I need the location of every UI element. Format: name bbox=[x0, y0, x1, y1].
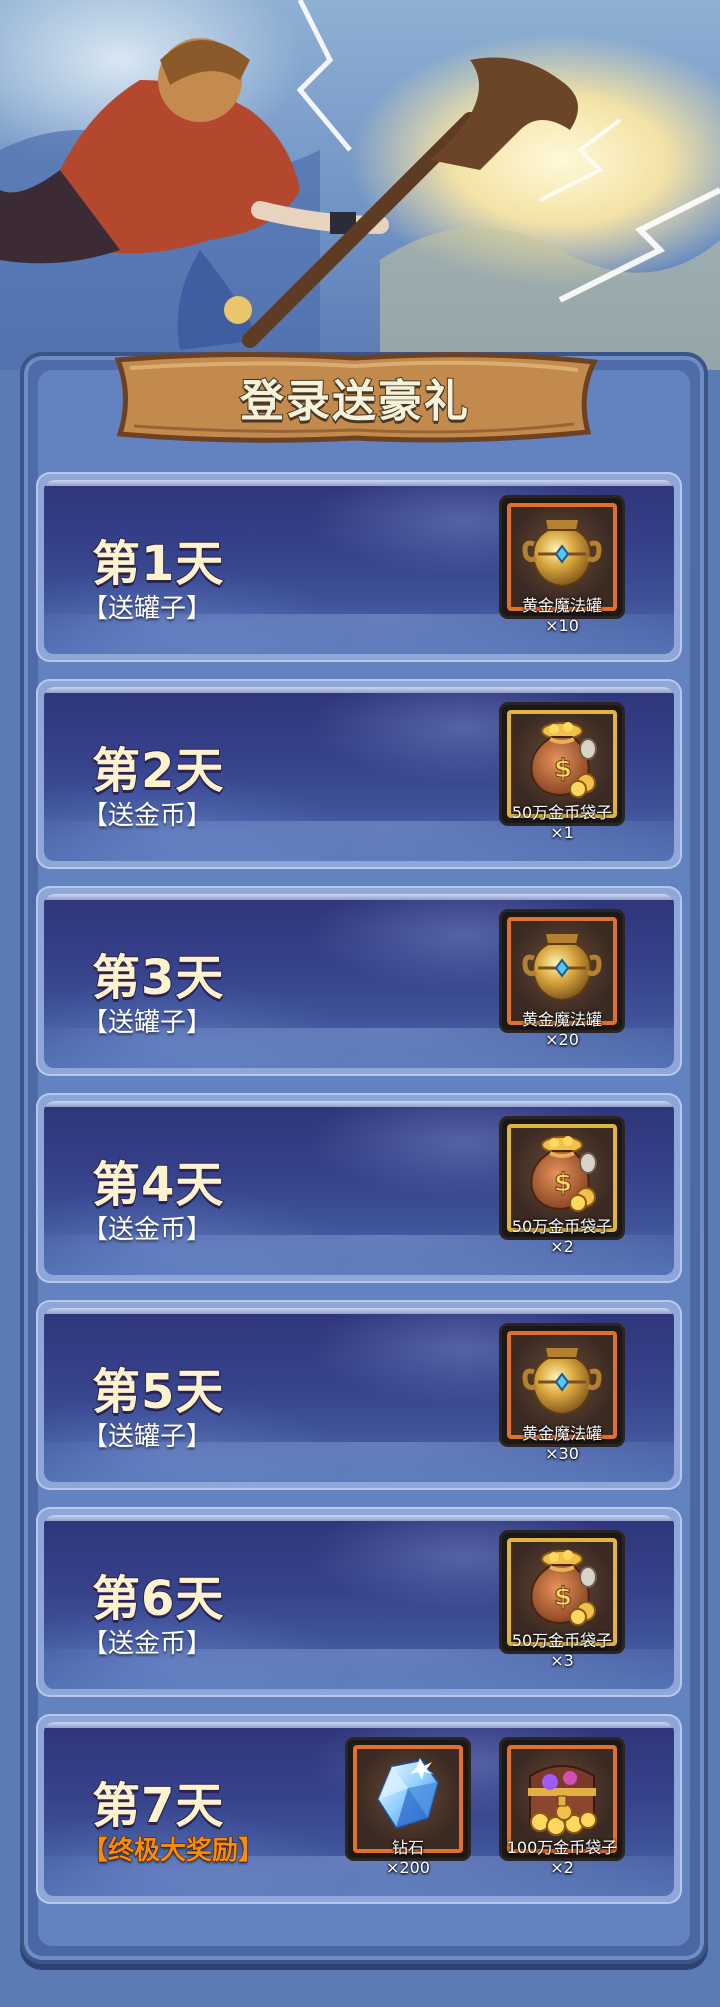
reward-label: 50万金币袋子 ×1 bbox=[477, 803, 647, 843]
reward-quantity: ×30 bbox=[545, 1444, 579, 1463]
day-subtitle: 【送罐子】 bbox=[82, 1008, 213, 1038]
day-title: 第7天 bbox=[91, 1777, 225, 1835]
golden-jar-icon bbox=[520, 1338, 604, 1422]
reward-name: 50万金币袋子 bbox=[511, 1631, 613, 1650]
day-card-7[interactable]: 第7天 【终极大奖励】 钻石 ×200 100万金币袋子 ×2 bbox=[36, 1714, 682, 1904]
day-card-1[interactable]: 第1天 【送罐子】 黄金魔法罐 ×10 bbox=[36, 472, 682, 662]
day-subtitle: 【送罐子】 bbox=[82, 1422, 213, 1452]
coin-bag-icon bbox=[520, 717, 604, 801]
coin-bag-icon bbox=[520, 1545, 604, 1629]
day-title: 第3天 bbox=[91, 949, 225, 1007]
reward-quantity: ×2 bbox=[550, 1237, 574, 1256]
day-subtitle: 【终极大奖励】 bbox=[81, 1836, 265, 1867]
reward-quantity: ×1 bbox=[550, 823, 574, 842]
reward-name: 黄金魔法罐 bbox=[521, 1010, 602, 1029]
hero-banner bbox=[0, 0, 720, 370]
day-card-6[interactable]: 第6天 【送金币】 50万金币袋子 ×3 bbox=[36, 1507, 682, 1697]
day-title: 第4天 bbox=[91, 1156, 225, 1214]
diamond-icon bbox=[366, 1752, 450, 1836]
page-title: 登录送豪礼 bbox=[239, 375, 470, 428]
reward-name: 黄金魔法罐 bbox=[521, 1424, 602, 1443]
day-subtitle: 【送罐子】 bbox=[82, 594, 213, 624]
reward-quantity: ×3 bbox=[550, 1651, 574, 1670]
reward-quantity: ×20 bbox=[545, 1030, 579, 1049]
reward-quantity: ×10 bbox=[545, 616, 579, 635]
reward-label: 50万金币袋子 ×2 bbox=[477, 1217, 647, 1257]
day-title: 第1天 bbox=[91, 535, 225, 593]
title-plank: 登录送豪礼 bbox=[108, 350, 602, 444]
reward-label: 黄金魔法罐 ×20 bbox=[477, 1010, 647, 1050]
reward-name: 50万金币袋子 bbox=[511, 803, 613, 822]
day-subtitle: 【送金币】 bbox=[82, 801, 213, 831]
day-title: 第2天 bbox=[91, 742, 225, 800]
treasure-chest-icon bbox=[520, 1752, 604, 1836]
reward-name: 黄金魔法罐 bbox=[521, 596, 602, 615]
golden-jar-icon bbox=[520, 510, 604, 594]
day-subtitle: 【送金币】 bbox=[82, 1629, 213, 1659]
reward-label: 钻石 ×200 bbox=[323, 1838, 493, 1878]
day-card-5[interactable]: 第5天 【送罐子】 黄金魔法罐 ×30 bbox=[36, 1300, 682, 1490]
reward-name: 钻石 bbox=[391, 1838, 424, 1857]
reward-name: 100万金币袋子 bbox=[506, 1838, 618, 1857]
day-subtitle: 【送金币】 bbox=[82, 1215, 213, 1245]
reward-quantity: ×200 bbox=[386, 1858, 430, 1877]
day-card-3[interactable]: 第3天 【送罐子】 黄金魔法罐 ×20 bbox=[36, 886, 682, 1076]
reward-label: 50万金币袋子 ×3 bbox=[477, 1631, 647, 1671]
day-card-4[interactable]: 第4天 【送金币】 50万金币袋子 ×2 bbox=[36, 1093, 682, 1283]
reward-label: 黄金魔法罐 ×30 bbox=[477, 1424, 647, 1464]
reward-label: 100万金币袋子 ×2 bbox=[477, 1838, 647, 1878]
day-title: 第6天 bbox=[91, 1570, 225, 1628]
golden-jar-icon bbox=[520, 924, 604, 1008]
reward-label: 黄金魔法罐 ×10 bbox=[477, 596, 647, 636]
coin-bag-icon bbox=[520, 1131, 604, 1215]
day-title: 第5天 bbox=[91, 1363, 225, 1421]
reward-quantity: ×2 bbox=[550, 1858, 574, 1877]
day-card-2[interactable]: 第2天 【送金币】 50万金币袋子 ×1 bbox=[36, 679, 682, 869]
reward-name: 50万金币袋子 bbox=[511, 1217, 613, 1236]
